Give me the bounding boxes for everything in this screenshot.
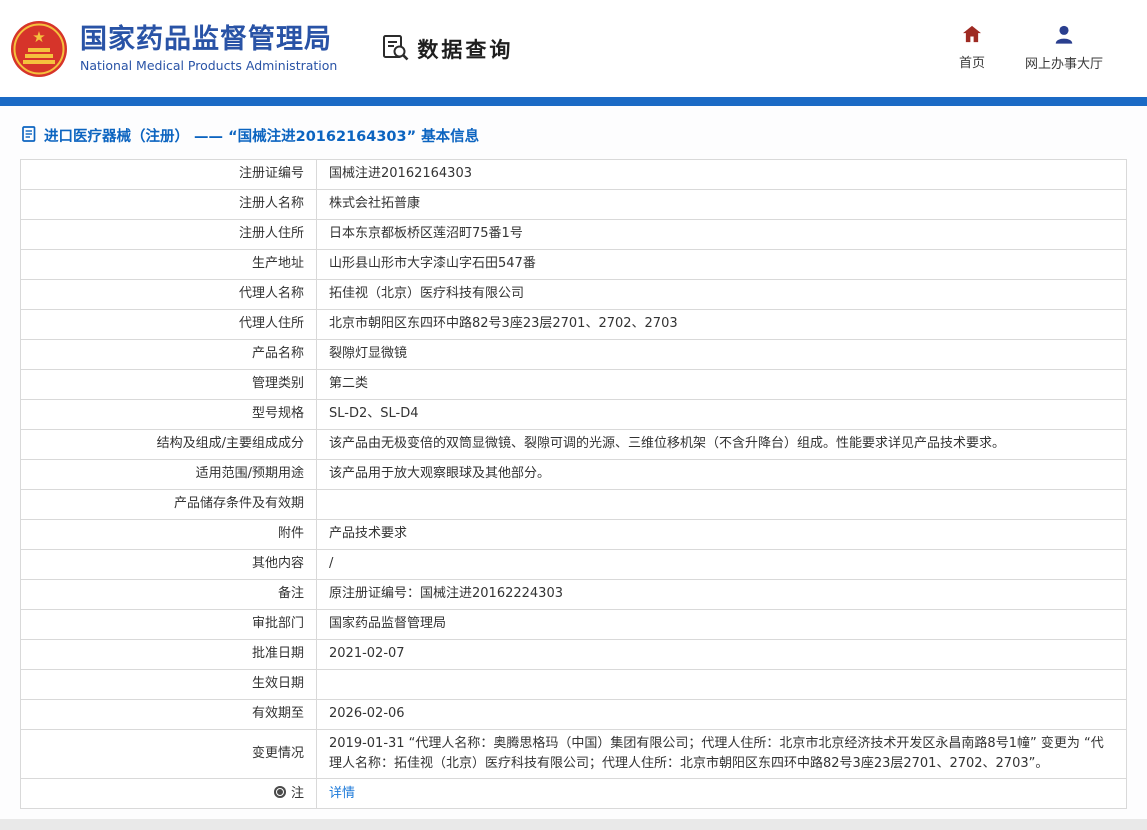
row-value: 株式会社拓普康 xyxy=(316,189,1127,220)
row-value: 国械注进20162164303 xyxy=(316,159,1127,190)
row-value: 北京市朝阳区东四环中路82号3座23层2701、2702、2703 xyxy=(316,309,1127,340)
note-icon xyxy=(273,785,286,798)
breadcrumb: 进口医疗器械（注册） —— “国械注进20162164303” 基本信息 xyxy=(20,106,1127,159)
table-row: 型号规格 SL-D2、SL-D4 xyxy=(20,399,1127,430)
registration-info-table: 注册证编号 国械注进20162164303 注册人名称 株式会社拓普康 注册人住所 日本东… xyxy=(20,159,1127,810)
row-value: 2026-02-06 xyxy=(316,699,1127,730)
row-label: 附件 xyxy=(20,519,317,550)
row-label: 产品储存条件及有效期 xyxy=(20,489,317,520)
detail-link[interactable]: 详情 xyxy=(329,786,355,801)
row-label: 有效期至 xyxy=(20,699,317,730)
row-label: 管理类别 xyxy=(20,369,317,400)
row-label: 审批部门 xyxy=(20,609,317,640)
row-label: 备注 xyxy=(20,579,317,610)
row-value: 国家药品监督管理局 xyxy=(316,609,1127,640)
table-row: 管理类别 第二类 xyxy=(20,369,1127,400)
table-row: 备注 原注册证编号：国械注进20162224303 xyxy=(20,579,1127,610)
table-row: 代理人住所 北京市朝阳区东四环中路82号3座23层2701、2702、2703 xyxy=(20,309,1127,340)
nav-online-hall[interactable]: 网上办事大厅 xyxy=(1025,25,1103,72)
row-label: 注 xyxy=(20,778,317,810)
document-icon xyxy=(22,125,37,146)
data-query-heading: 数据查询 xyxy=(381,33,513,65)
row-value: SL-D2、SL-D4 xyxy=(316,399,1127,430)
row-value: 2021-02-07 xyxy=(316,639,1127,670)
table-row: 批准日期 2021-02-07 xyxy=(20,639,1127,670)
row-label: 批准日期 xyxy=(20,639,317,670)
table-row: 变更情况 2019-01-31 “代理人名称：奥腾思格玛（中国）集团有限公司；代理… xyxy=(20,728,1127,780)
table-row: 审批部门 国家药品监督管理局 xyxy=(20,609,1127,640)
table-row: 附件 产品技术要求 xyxy=(20,519,1127,550)
table-row: 结构及组成/主要组成成分 该产品由无极变倍的双筒显微镜、裂隙可调的光源、三维位移机… xyxy=(20,429,1127,460)
main-content: 进口医疗器械（注册） —— “国械注进20162164303” 基本信息 注册证… xyxy=(0,106,1147,810)
row-label: 生产地址 xyxy=(20,249,317,280)
org-name-en: National Medical Products Administration xyxy=(80,58,338,74)
data-query-icon xyxy=(381,33,409,65)
row-value: 拓佳视（北京）医疗科技有限公司 xyxy=(316,279,1127,310)
row-value: 该产品由无极变倍的双筒显微镜、裂隙可调的光源、三维位移机架（不含升降台）组成。性… xyxy=(316,429,1127,460)
org-title-block: 国家药品监督管理局 National Medical Products Admi… xyxy=(80,24,337,73)
svg-text:★: ★ xyxy=(32,28,45,46)
table-row: 注册证编号 国械注进20162164303 xyxy=(20,159,1127,190)
nav-home-label: 首页 xyxy=(958,56,985,71)
table-row: 代理人名称 拓佳视（北京）医疗科技有限公司 xyxy=(20,279,1127,310)
row-label: 变更情况 xyxy=(20,728,317,780)
data-query-title: 数据查询 xyxy=(417,37,514,62)
row-value: 该产品用于放大观察眼球及其他部分。 xyxy=(316,459,1127,490)
row-label: 生效日期 xyxy=(20,669,317,700)
table-row: 适用范围/预期用途 该产品用于放大观察眼球及其他部分。 xyxy=(20,459,1127,490)
table-row: 产品储存条件及有效期 xyxy=(20,489,1127,520)
row-value: 2019-01-31 “代理人名称：奥腾思格玛（中国）集团有限公司；代理人住所：… xyxy=(316,728,1127,780)
nav-online-hall-label: 网上办事大厅 xyxy=(1024,57,1103,72)
row-value: 日本东京都板桥区莲沼町75番1号 xyxy=(316,219,1127,250)
footer-strip xyxy=(0,819,1147,830)
info-table-body: 注册证编号 国械注进20162164303 注册人名称 株式会社拓普康 注册人住所 日本东… xyxy=(20,159,1127,810)
org-name-cn: 国家药品监督管理局 xyxy=(80,23,332,55)
row-value xyxy=(316,489,1127,520)
blue-divider-bar xyxy=(0,97,1147,106)
national-emblem-logo: ★ xyxy=(10,20,68,78)
table-row: 生效日期 xyxy=(20,669,1127,700)
row-value: 第二类 xyxy=(316,369,1127,400)
row-value: 详情 xyxy=(316,778,1127,810)
row-label: 注册人住所 xyxy=(20,219,317,250)
table-row: 注详情 xyxy=(20,778,1127,810)
row-value: 山形县山形市大字漆山字石田547番 xyxy=(316,249,1127,280)
table-row: 注册人住所 日本东京都板桥区莲沼町75番1号 xyxy=(20,219,1127,250)
row-label: 代理人住所 xyxy=(20,309,317,340)
row-label: 注册证编号 xyxy=(20,159,317,190)
row-label: 产品名称 xyxy=(20,339,317,370)
row-label: 注册人名称 xyxy=(20,189,317,220)
table-row: 有效期至 2026-02-06 xyxy=(20,699,1127,730)
site-header: ★ 国家药品监督管理局 National Medical Products Ad… xyxy=(0,0,1147,97)
home-icon xyxy=(962,25,982,47)
table-row: 生产地址 山形县山形市大字漆山字石田547番 xyxy=(20,249,1127,280)
row-label: 型号规格 xyxy=(20,399,317,430)
breadcrumb-text: 进口医疗器械（注册） —— “国械注进20162164303” 基本信息 xyxy=(44,129,480,145)
row-value: 裂隙灯显微镜 xyxy=(316,339,1127,370)
row-value: 产品技术要求 xyxy=(316,519,1127,550)
header-nav: 首页 网上办事大厅 xyxy=(959,25,1103,72)
table-row: 其他内容 / xyxy=(20,549,1127,580)
table-row: 注册人名称 株式会社拓普康 xyxy=(20,189,1127,220)
row-label: 其他内容 xyxy=(20,549,317,580)
page: ★ 国家药品监督管理局 National Medical Products Ad… xyxy=(0,0,1147,830)
row-value xyxy=(316,669,1127,700)
person-icon xyxy=(1054,25,1074,48)
row-label: 适用范围/预期用途 xyxy=(20,459,317,490)
table-row: 产品名称 裂隙灯显微镜 xyxy=(20,339,1127,370)
row-value: 原注册证编号：国械注进20162224303 xyxy=(316,579,1127,610)
nav-home[interactable]: 首页 xyxy=(959,25,985,72)
row-value: / xyxy=(316,549,1127,580)
row-label: 结构及组成/主要组成成分 xyxy=(20,429,317,460)
row-label: 代理人名称 xyxy=(20,279,317,310)
